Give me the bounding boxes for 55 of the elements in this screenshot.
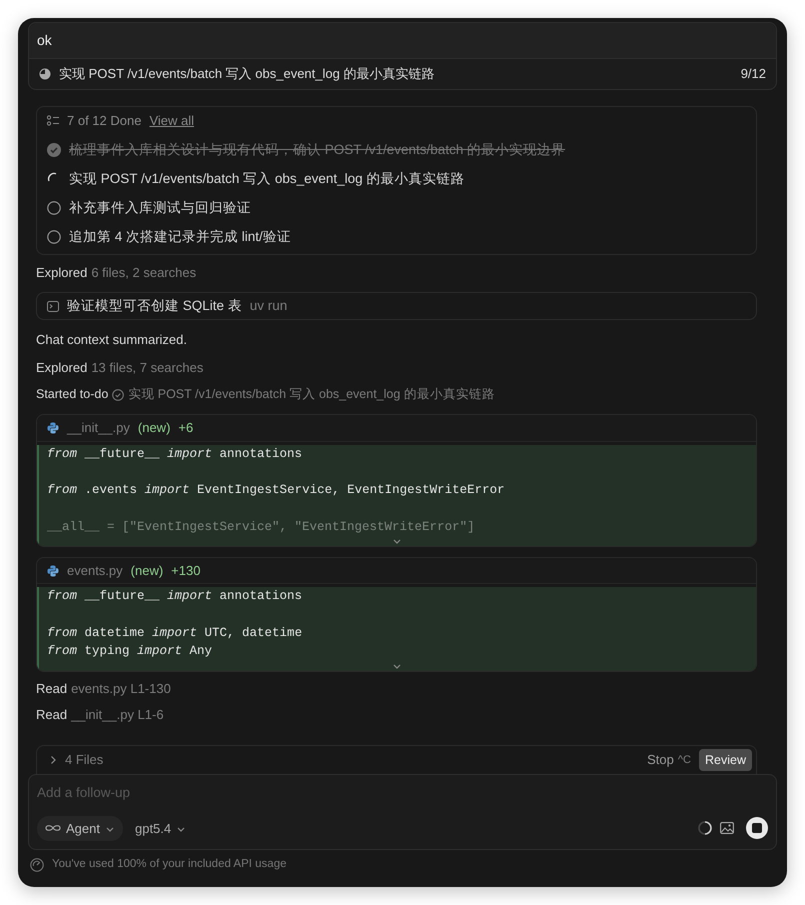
stop-label[interactable]: Stop <box>647 750 674 770</box>
action-detail: 13 files, 7 searches <box>91 358 204 377</box>
action-detail: __init__.py L1-6 <box>71 706 164 724</box>
summary-note: Chat context summarized. <box>36 331 188 350</box>
stop-button[interactable] <box>746 817 768 840</box>
check-circle-icon <box>112 388 124 401</box>
stop-icon <box>752 823 762 834</box>
message-text: ok <box>29 23 776 59</box>
infinity-icon <box>45 824 61 832</box>
todo-item-text: 补充事件入库测试与回归验证 <box>69 198 251 217</box>
command-title: 验证模型可否创建 SQLite 表 <box>67 297 242 315</box>
command-detail: uv run <box>250 297 288 315</box>
todo-item-text: 追加第 4 次搭建记录并完成 lint/验证 <box>69 228 291 246</box>
file-name: __init__.py <box>67 419 130 437</box>
file-tag: (new) <box>138 418 170 438</box>
code-line: __all__ = ["EventIngestService", "EventIngestWriteError"] <box>47 518 476 536</box>
action-label: Read <box>36 680 68 698</box>
file-name: events.py <box>67 562 123 580</box>
action-detail: 实现 POST /v1/events/batch 写入 obs_event_log 的最小真实链路 <box>128 386 495 404</box>
files-count[interactable]: 4 Files <box>65 750 648 770</box>
agent-mode-button[interactable]: Agent <box>37 816 123 842</box>
file-tag: (new) <box>130 560 164 580</box>
status-label: Started to-do <box>36 386 108 404</box>
added-count: +130 <box>171 562 200 580</box>
progress-pie-icon <box>39 68 51 80</box>
loading-spinner-icon <box>698 821 712 836</box>
code-line: from .events import EventIngestService, EventIngestWriteError <box>47 482 506 500</box>
action-detail: 6 files, 2 searches <box>91 264 196 282</box>
added-count: +6 <box>178 419 194 437</box>
current-todo-text: 实现 POST /v1/events/batch 写入 obs_event_log 的最小真实链路 <box>59 65 436 83</box>
todo-item-text: 梳理事件入库相关设计与现有代码，确认 POST /v1/events/batch 的最小实现边界 <box>69 140 566 159</box>
model-picker[interactable]: gpt5.4 <box>130 816 190 842</box>
progress-count: 9/12 <box>740 65 766 83</box>
action-label: Read <box>36 706 68 724</box>
python-icon <box>47 564 59 577</box>
action-detail: events.py L1-130 <box>71 680 171 698</box>
python-icon <box>47 422 59 434</box>
code-line: from typing import Any <box>47 643 214 660</box>
action-label: Explored <box>36 358 88 377</box>
code-line: from __future__ import annotations <box>47 446 304 462</box>
code-line: from __future__ import annotations <box>47 588 304 606</box>
shortcut-hint: ^C <box>678 752 691 768</box>
follow-up-field[interactable]: Add a follow-up Agent gpt5.4 <box>28 774 777 850</box>
code-line: from datetime import UTC, datetime <box>47 625 304 642</box>
chevron-right-icon[interactable] <box>49 755 57 766</box>
review-button[interactable]: Review <box>699 748 752 772</box>
action-label: Explored <box>36 264 88 282</box>
todo-summary: 7 of 12 Done <box>67 112 142 130</box>
todo-item-text: 实现 POST /v1/events/batch 写入 obs_event_log 的最小真实链路 <box>69 170 464 188</box>
terminal-icon <box>47 300 59 312</box>
list-icon <box>47 115 59 126</box>
usage-text: You've used 100% of your included API usage <box>52 857 286 872</box>
image-icon[interactable] <box>720 822 734 834</box>
gauge-icon <box>30 858 44 872</box>
view-all-link[interactable]: View all <box>149 110 194 130</box>
